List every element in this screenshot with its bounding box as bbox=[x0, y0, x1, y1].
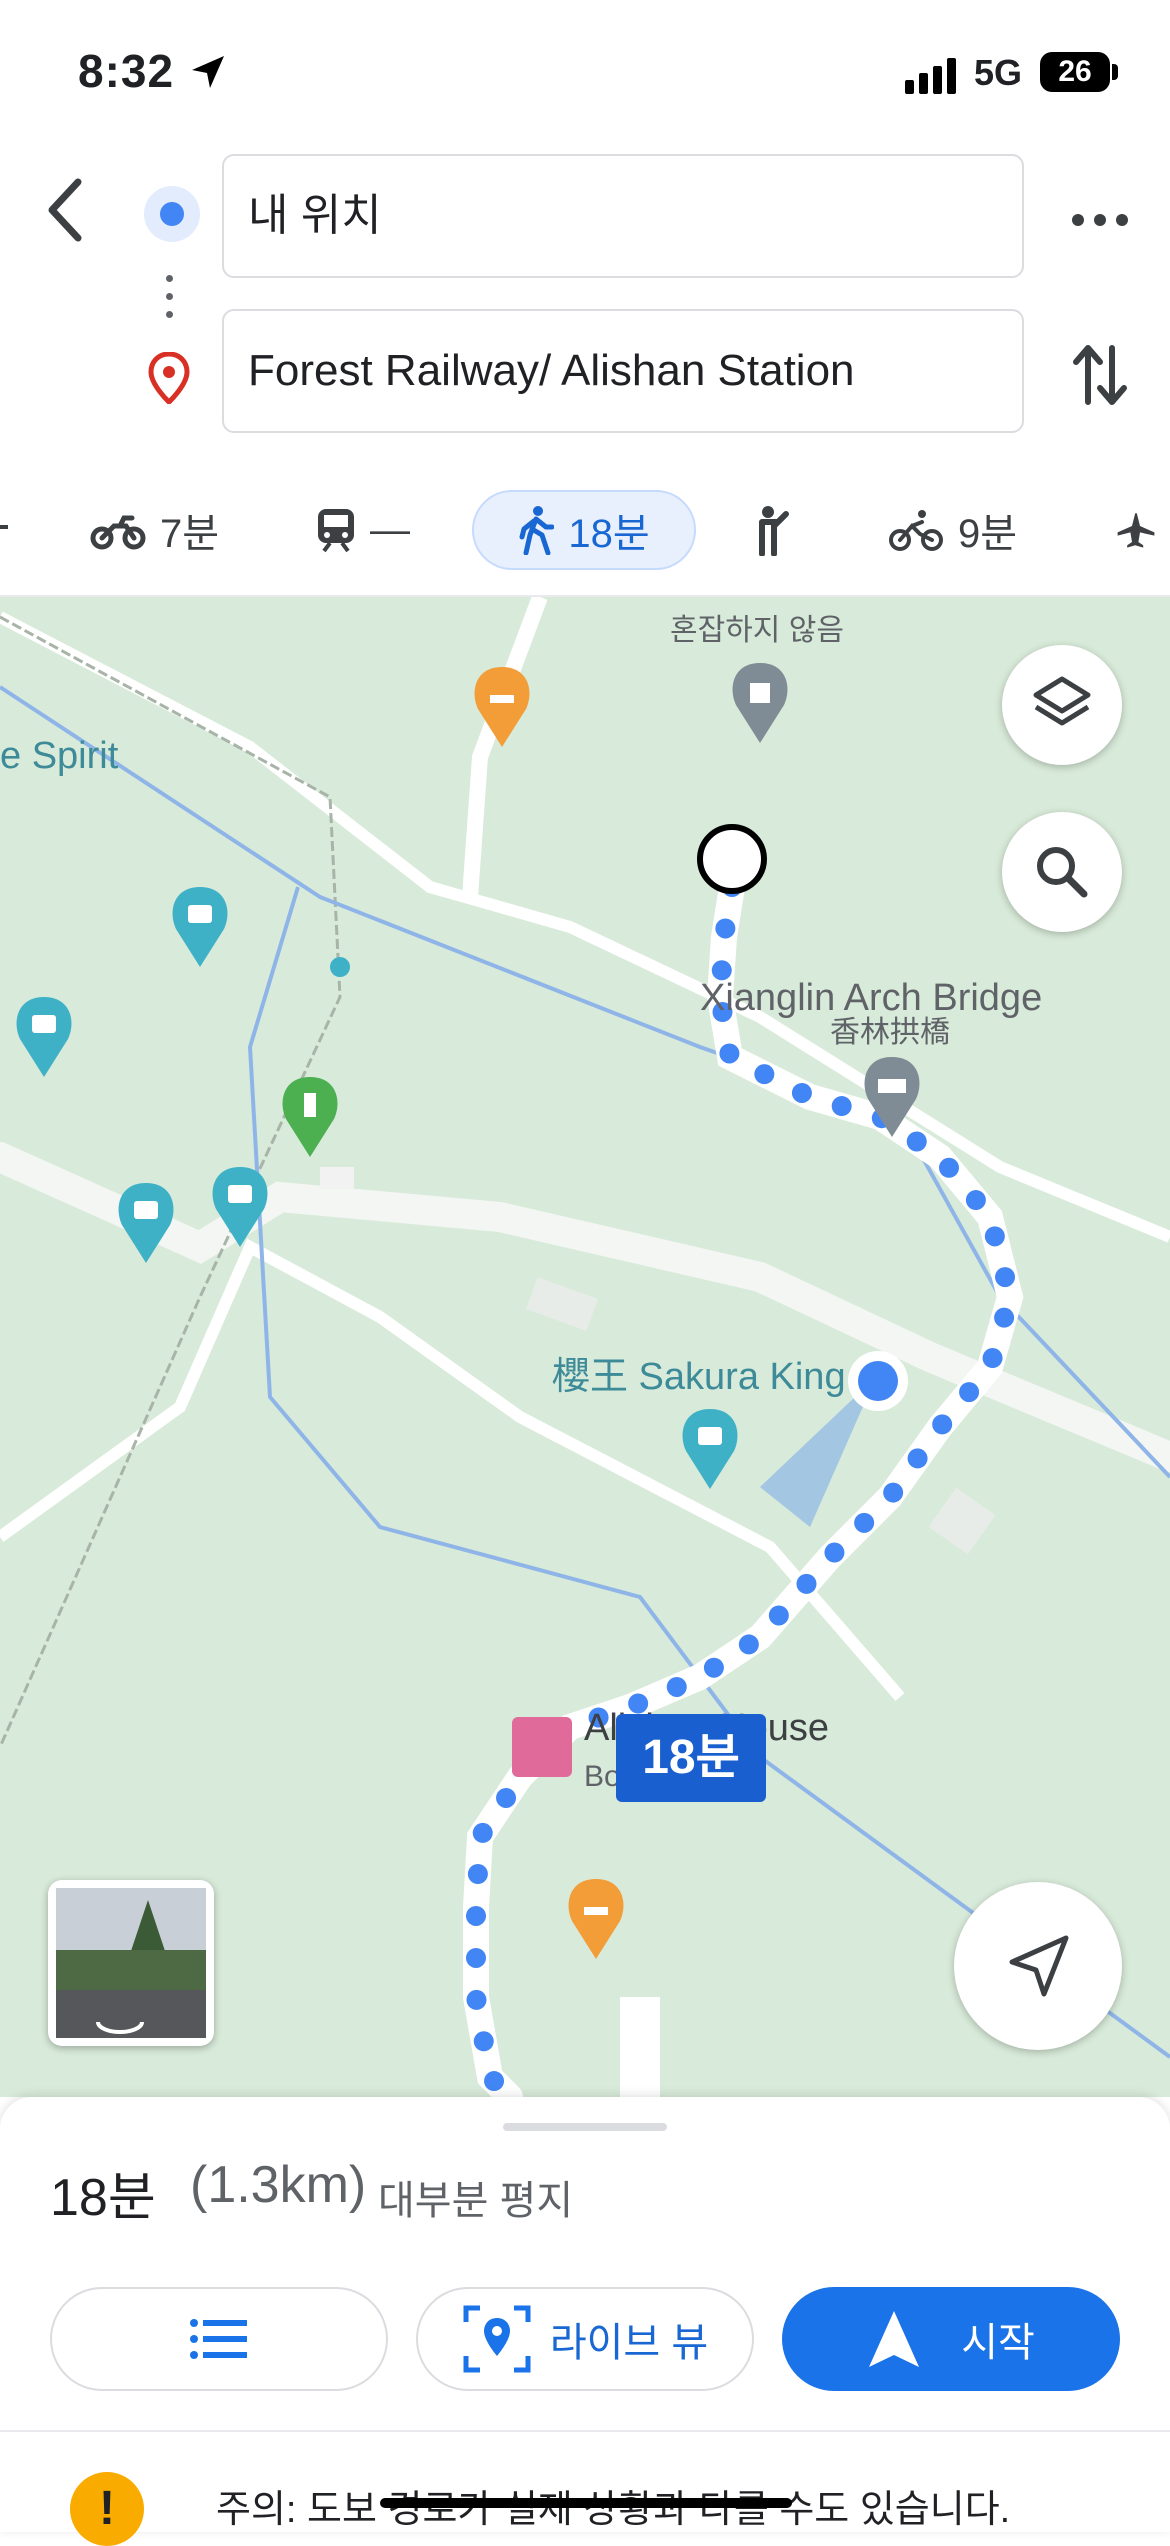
map-label-spirit: e Spirit bbox=[0, 735, 119, 777]
ride-hail-icon bbox=[759, 506, 789, 556]
cafe-pin-icon bbox=[568, 1879, 624, 1959]
live-view-button[interactable]: 라이브 뷰 bbox=[416, 2287, 754, 2391]
route-dot-icon bbox=[166, 293, 173, 300]
map-view[interactable]: e Spirit 혼잡하지 않음 Xianglin Arch Bridge 香林… bbox=[0, 597, 1170, 2097]
photo-pin-icon bbox=[118, 1183, 174, 1263]
route-dot-icon bbox=[166, 311, 173, 318]
route-dot-icon bbox=[166, 275, 173, 282]
temple-pin-icon bbox=[732, 663, 788, 743]
battery-tip bbox=[1112, 64, 1118, 80]
mode-motorcycle-label: 7분 bbox=[160, 512, 220, 556]
battery-indicator: 26 bbox=[1040, 52, 1110, 92]
start-navigation-icon bbox=[869, 2311, 920, 2367]
location-arrow-icon bbox=[192, 56, 224, 88]
route-duration: 18분 bbox=[50, 2169, 156, 2227]
mode-flight[interactable] bbox=[1116, 490, 1170, 570]
building bbox=[526, 1277, 598, 1331]
mode-scroll-edge bbox=[0, 525, 8, 529]
train-icon bbox=[318, 509, 354, 553]
mode-bike-label: 9분 bbox=[958, 512, 1018, 556]
destination-input[interactable]: Forest Railway/ Alishan Station bbox=[222, 309, 1024, 433]
more-options-icon[interactable] bbox=[1060, 190, 1140, 250]
layers-button[interactable] bbox=[1002, 645, 1122, 765]
airplane-icon bbox=[1117, 513, 1155, 548]
building bbox=[320, 1167, 354, 1189]
search-along-route-button[interactable] bbox=[1002, 812, 1122, 932]
mode-bike[interactable]: 9분 bbox=[888, 490, 1038, 570]
search-icon bbox=[1037, 847, 1088, 898]
start-label: 시작 bbox=[961, 2321, 1035, 2365]
origin-input[interactable]: 내 위치 bbox=[222, 154, 1024, 278]
mode-motorcycle[interactable]: 7분 bbox=[90, 490, 240, 570]
divider bbox=[0, 2430, 1170, 2432]
route-casing bbox=[463, 874, 1024, 2097]
live-view-label: 라이브 뷰 bbox=[549, 2321, 709, 2365]
list-icon bbox=[190, 2319, 247, 2359]
mode-walk[interactable]: 18분 bbox=[472, 490, 696, 570]
hotel-pin-icon bbox=[512, 1717, 572, 1777]
live-view-icon bbox=[463, 2305, 531, 2373]
back-button[interactable] bbox=[36, 170, 96, 250]
mode-ride[interactable] bbox=[752, 490, 812, 570]
road bbox=[462, 597, 548, 898]
mode-transit[interactable]: — bbox=[316, 490, 426, 570]
hiking-pin-icon bbox=[282, 1077, 338, 1157]
street-view-thumbnail[interactable] bbox=[48, 1880, 214, 2046]
layers-icon bbox=[1033, 676, 1091, 726]
mode-walk-label: 18분 bbox=[568, 512, 650, 556]
destination-marker bbox=[697, 824, 767, 894]
street-view-image bbox=[56, 1888, 206, 2038]
swap-icon[interactable] bbox=[1070, 340, 1130, 410]
motorcycle-icon bbox=[90, 515, 146, 550]
recenter-button[interactable] bbox=[954, 1882, 1122, 2050]
poi-dot bbox=[330, 957, 350, 977]
steps-button[interactable] bbox=[50, 2287, 388, 2391]
redaction-mark bbox=[380, 2498, 792, 2508]
origin-dot-icon bbox=[144, 186, 200, 242]
network-type: 5G bbox=[974, 52, 1023, 93]
warning-icon: ! bbox=[70, 2472, 144, 2546]
map-label-bridge-zh: 香林拱橋 bbox=[830, 1016, 950, 1049]
bike-icon bbox=[889, 510, 943, 551]
navigation-arrow-icon bbox=[1009, 1935, 1069, 1997]
status-time: 8:32 bbox=[78, 45, 175, 97]
walk-icon bbox=[519, 506, 555, 555]
mode-transit-label: — bbox=[370, 507, 410, 552]
signal-icon bbox=[905, 58, 956, 94]
start-button[interactable]: 시작 bbox=[782, 2287, 1120, 2391]
photo-pin-icon bbox=[172, 887, 228, 967]
destination-pin-icon bbox=[148, 352, 190, 404]
sheet-handle[interactable] bbox=[503, 2123, 667, 2131]
map-label-crowd: 혼잡하지 않음 bbox=[670, 614, 844, 647]
building bbox=[928, 1487, 996, 1555]
route-terrain: 대부분 평지 bbox=[378, 2179, 574, 2223]
photo-pin-icon bbox=[682, 1409, 738, 1489]
map-label-sakura: 櫻王 Sakura King bbox=[552, 1356, 846, 1398]
photo-pin-icon bbox=[16, 997, 72, 1077]
route-distance: (1.3km) bbox=[190, 2156, 367, 2214]
eta-bubble: 18분 bbox=[616, 1714, 766, 1802]
my-location-dot bbox=[858, 1361, 898, 1401]
